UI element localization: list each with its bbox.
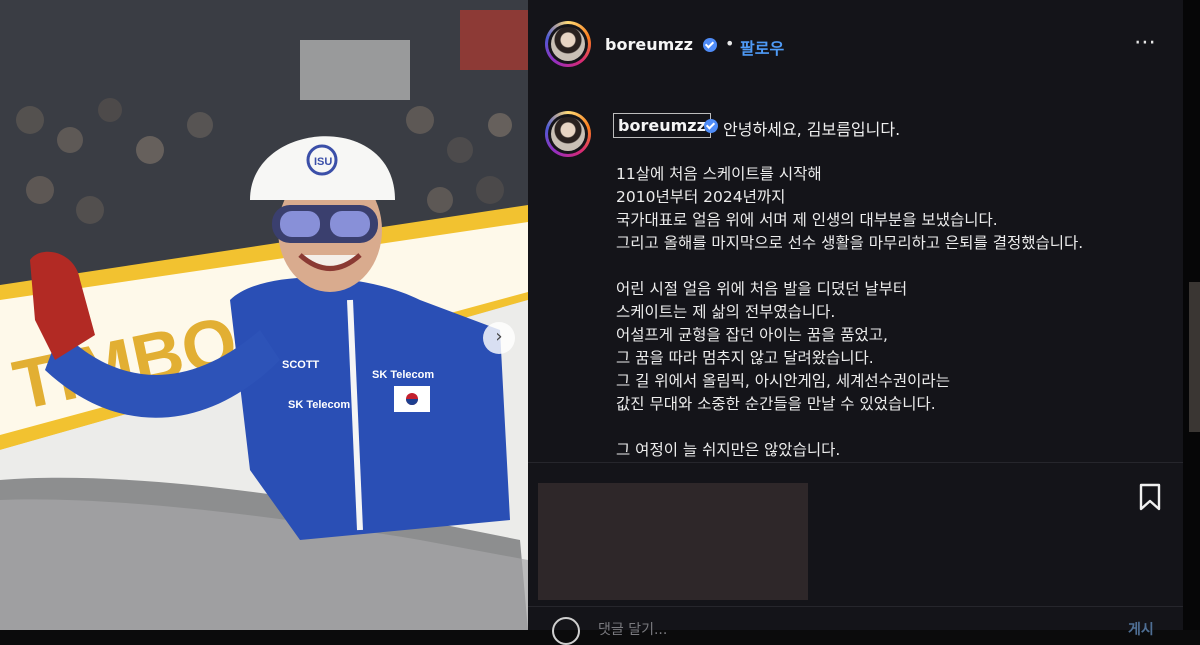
- emoji-icon[interactable]: [552, 617, 580, 645]
- more-options-icon[interactable]: ⋯: [1134, 30, 1157, 55]
- caption-avatar[interactable]: [545, 111, 591, 157]
- caption-line: 그 꿈을 따라 멈추지 않고 달려왔습니다.: [616, 349, 874, 367]
- post-caption: boreumzz 안녕하세요, 김보름입니다. 11살에 처음 스케이트를 시작…: [528, 95, 1183, 460]
- divider: [528, 462, 1183, 463]
- caption-line: [616, 255, 1176, 278]
- divider: [528, 606, 1183, 607]
- sponsor-logo: SCOTT: [282, 359, 320, 371]
- caption-body: 11살에 처음 스케이트를 시작해 2010년부터 2024년까지 국가대표로 …: [616, 163, 1176, 460]
- separator-dot: •: [725, 34, 735, 53]
- caption-line: 어설프게 균형을 잡던 아이는 꿈을 품었고,: [616, 326, 888, 344]
- bookmark-icon[interactable]: [1136, 482, 1164, 512]
- caption-line: 국가대표로 얼음 위에 서며 제 인생의 대부분을 보냈습니다.: [616, 211, 998, 229]
- caption-line: 2010년부터 2024년까지: [616, 188, 786, 206]
- redacted-area: [538, 483, 808, 600]
- helmet-logo: ISU: [314, 156, 332, 168]
- post-username[interactable]: boreumzz: [605, 35, 693, 54]
- sponsor-logo: SK Telecom: [288, 399, 350, 411]
- caption-greeting: 안녕하세요, 김보름입니다.: [723, 120, 901, 139]
- caption-line: 11살에 처음 스케이트를 시작해: [616, 165, 822, 183]
- caption-username[interactable]: boreumzz: [613, 113, 711, 138]
- window-edge: [1183, 0, 1200, 630]
- caption-line: 어린 시절 얼음 위에 처음 발을 디뎠던 날부터: [616, 280, 908, 298]
- sponsor-logo: SK Telecom: [372, 369, 434, 381]
- post-panel: boreumzz • 팔로우 ⋯ boreumzz 안녕하세요, 김보름입니다.…: [528, 0, 1183, 645]
- comment-input[interactable]: [598, 618, 1018, 642]
- caption-line: 그리고 올해를 마지막으로 선수 생활을 마무리하고 은퇴를 결정했습니다.: [616, 234, 1084, 252]
- post-photo: TIMBOG ISU SCOTT SK Telecom SK Telecom ›: [0, 0, 528, 630]
- avatar[interactable]: [545, 21, 591, 67]
- post-header: boreumzz • 팔로우 ⋯: [528, 0, 1183, 90]
- caption-line: 그 길 위에서 올림픽, 아시안게임, 세계선수권이라는: [616, 372, 950, 390]
- caption-line: 스케이트는 제 삶의 전부였습니다.: [616, 303, 836, 321]
- caption-line: [616, 416, 1176, 439]
- caption-line: 값진 무대와 소중한 순간들을 만날 수 있었습니다.: [616, 395, 936, 413]
- caption-line: 그 여정이 늘 쉬지만은 않았습니다.: [616, 441, 841, 459]
- follow-button[interactable]: 팔로우: [740, 35, 784, 59]
- next-image-button[interactable]: ›: [483, 322, 515, 354]
- post-comment-button[interactable]: 게시: [1128, 619, 1154, 639]
- verified-badge-icon: [704, 119, 718, 133]
- skater-photo: TIMBOG ISU SCOTT SK Telecom SK Telecom: [0, 0, 528, 630]
- verified-badge-icon: [703, 38, 717, 52]
